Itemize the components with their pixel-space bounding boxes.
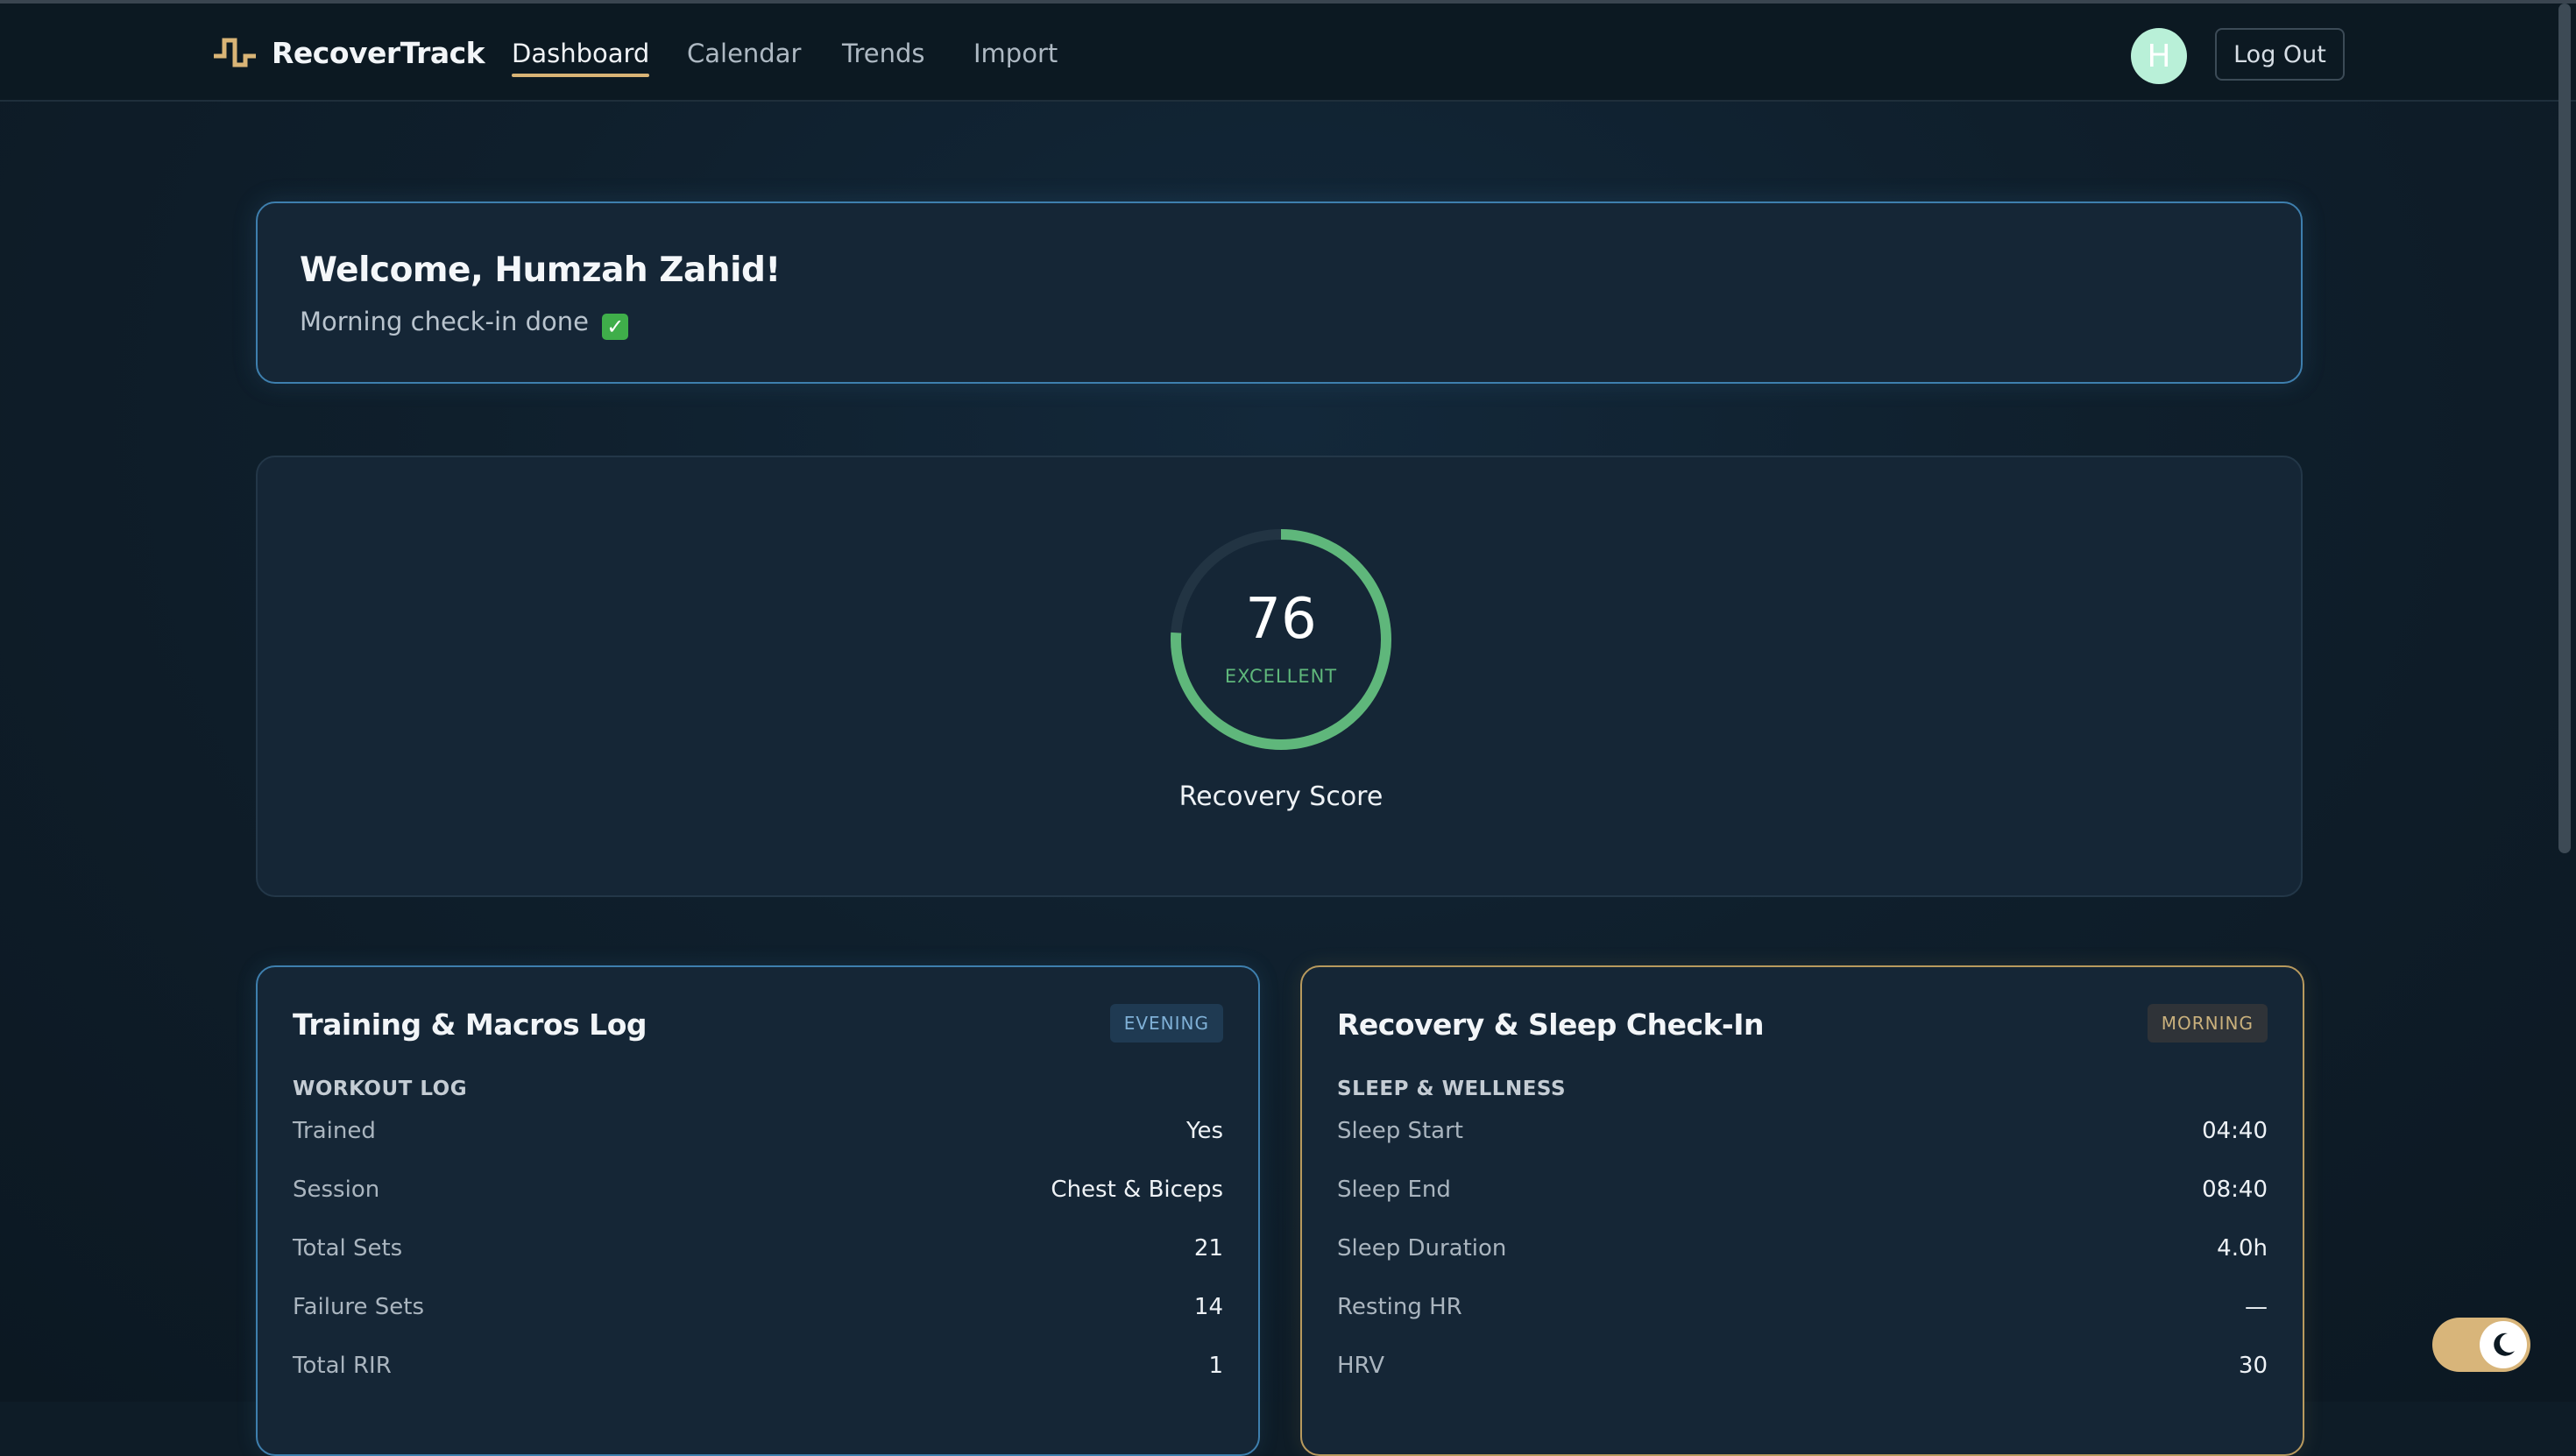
row-label: HRV bbox=[1337, 1353, 1384, 1379]
row-label: Trained bbox=[293, 1118, 376, 1144]
recovery-score-card: 76 EXCELLENT Recovery Score bbox=[256, 456, 2303, 897]
row-label: Session bbox=[293, 1177, 380, 1203]
row-value: Chest & Biceps bbox=[1051, 1177, 1223, 1203]
welcome-subtitle-text: Morning check-in done bbox=[300, 307, 590, 336]
list-item: Failure Sets 14 bbox=[293, 1294, 1223, 1353]
top-navbar: RecoverTrack Dashboard Calendar Trends I… bbox=[0, 4, 2576, 102]
list-item: Sleep End 08:40 bbox=[1337, 1177, 2268, 1235]
brand[interactable]: RecoverTrack bbox=[212, 35, 485, 70]
user-avatar[interactable]: H bbox=[2131, 28, 2187, 84]
row-label: Failure Sets bbox=[293, 1294, 425, 1320]
training-macros-card: Training & Macros Log EVENING WORKOUT LO… bbox=[256, 965, 1260, 1456]
list-item: Sleep Start 04:40 bbox=[1337, 1118, 2268, 1177]
list-item: Session Chest & Biceps bbox=[293, 1177, 1223, 1235]
row-value: 1 bbox=[1208, 1353, 1223, 1379]
nav-link-dashboard[interactable]: Dashboard bbox=[512, 39, 650, 77]
recovery-score-status: EXCELLENT bbox=[1224, 666, 1338, 687]
morning-badge: MORNING bbox=[2147, 1004, 2268, 1043]
nav-link-import[interactable]: Import bbox=[973, 39, 1058, 68]
pulse-logo-icon bbox=[214, 38, 256, 67]
sleep-card-title: Recovery & Sleep Check-In bbox=[1337, 1007, 1764, 1042]
row-value: 4.0h bbox=[2217, 1235, 2268, 1262]
list-item: HRV 30 bbox=[1337, 1353, 2268, 1411]
theme-toggle[interactable] bbox=[2432, 1318, 2530, 1372]
nav-link-calendar[interactable]: Calendar bbox=[687, 39, 801, 68]
list-item: Resting HR — bbox=[1337, 1294, 2268, 1353]
row-label: Sleep Start bbox=[1337, 1118, 1464, 1144]
evening-badge: EVENING bbox=[1109, 1004, 1223, 1043]
row-label: Total RIR bbox=[293, 1353, 392, 1379]
theme-toggle-knob bbox=[2480, 1321, 2527, 1368]
row-label: Sleep End bbox=[1337, 1177, 1451, 1203]
welcome-card: Welcome, Humzah Zahid! Morning check-in … bbox=[256, 201, 2303, 384]
list-item: Sleep Duration 4.0h bbox=[1337, 1235, 2268, 1294]
moon-icon bbox=[2494, 1332, 2515, 1356]
workout-log-heading: WORKOUT LOG bbox=[293, 1078, 468, 1100]
row-value: Yes bbox=[1186, 1118, 1223, 1144]
row-value: 14 bbox=[1193, 1294, 1223, 1320]
welcome-title: Welcome, Humzah Zahid! bbox=[300, 251, 781, 290]
sleep-wellness-list: Sleep Start 04:40 Sleep End 08:40 Sleep Du… bbox=[1337, 1118, 2268, 1411]
page-scrollbar-thumb[interactable] bbox=[2558, 4, 2571, 853]
brand-name: RecoverTrack bbox=[272, 35, 485, 70]
row-value: 08:40 bbox=[2202, 1177, 2268, 1203]
row-value: 04:40 bbox=[2202, 1118, 2268, 1144]
list-item: Total RIR 1 bbox=[293, 1353, 1223, 1411]
row-value: — bbox=[2245, 1294, 2268, 1320]
welcome-subtitle: Morning check-in done ✓ bbox=[300, 307, 629, 340]
row-label: Resting HR bbox=[1337, 1294, 1462, 1320]
nav-link-trends[interactable]: Trends bbox=[842, 39, 924, 68]
workout-log-list: Trained Yes Session Chest & Biceps Total S… bbox=[293, 1118, 1223, 1411]
recovery-score-label: Recovery Score bbox=[1178, 781, 1384, 812]
training-card-title: Training & Macros Log bbox=[293, 1007, 647, 1042]
list-item: Total Sets 21 bbox=[293, 1235, 1223, 1294]
list-item: Trained Yes bbox=[293, 1118, 1223, 1177]
row-label: Sleep Duration bbox=[1337, 1235, 1507, 1262]
log-out-button[interactable]: Log Out bbox=[2215, 28, 2345, 81]
recovery-score-value: 76 bbox=[1245, 587, 1317, 652]
check-mark-icon: ✓ bbox=[602, 314, 629, 340]
sleep-wellness-heading: SLEEP & WELLNESS bbox=[1337, 1078, 1567, 1100]
row-value: 30 bbox=[2238, 1353, 2268, 1379]
row-value: 21 bbox=[1193, 1235, 1223, 1262]
recovery-sleep-card: Recovery & Sleep Check-In MORNING SLEEP … bbox=[1300, 965, 2304, 1456]
row-label: Total Sets bbox=[293, 1235, 403, 1262]
